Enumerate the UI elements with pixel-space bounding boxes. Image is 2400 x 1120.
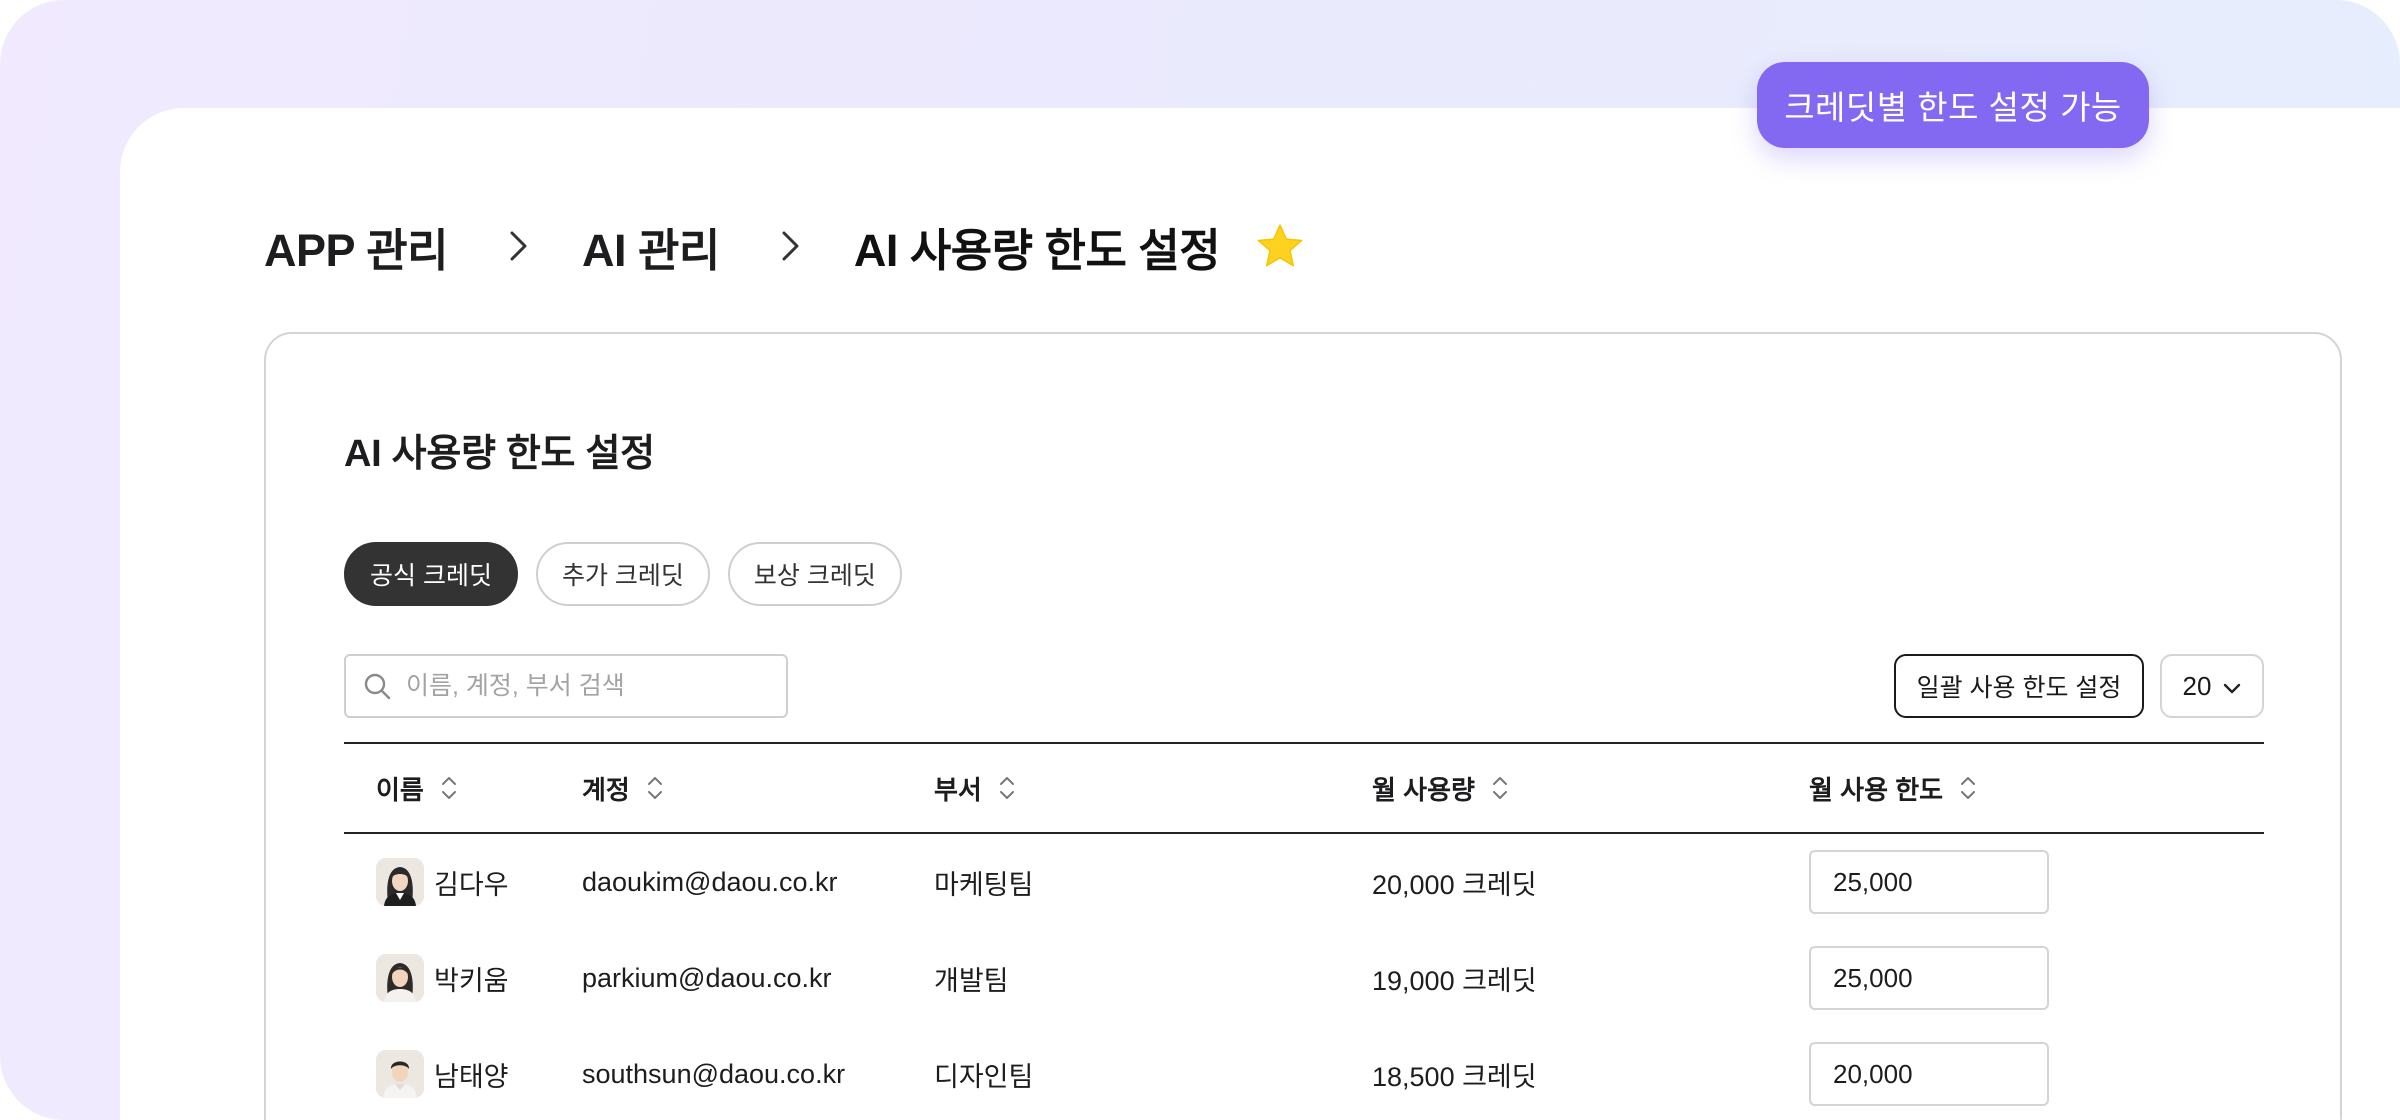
- breadcrumb-ai-management[interactable]: AI 관리: [582, 214, 720, 279]
- column-header-account[interactable]: 계정: [582, 770, 934, 807]
- page-size-value: 20: [2182, 670, 2212, 701]
- table-row: 김다우 daoukim@daou.co.kr 마케팅팀 20,000 크레딧: [344, 834, 2264, 930]
- page-title: AI 사용량 한도 설정: [853, 224, 1221, 276]
- column-header-label: 월 사용 한도: [1809, 774, 1944, 805]
- cell-account: southsun@daou.co.kr: [582, 1058, 846, 1089]
- chevron-right-icon: [484, 226, 554, 266]
- user-limit-table: 이름 계정 부서 월 사용량 월 사용 한도 김다우 daoukim@daou.…: [344, 742, 2264, 1120]
- avatar: [376, 858, 424, 906]
- cell-monthly-limit: [1809, 850, 2264, 914]
- monthly-limit-input[interactable]: [1809, 1042, 2049, 1106]
- cell-department: 마케팅팀: [934, 869, 1034, 900]
- sort-icon[interactable]: [998, 773, 1018, 803]
- column-header-label: 계정: [582, 774, 630, 805]
- cell-name: 박키움: [344, 954, 582, 1002]
- chevron-right-icon: [756, 226, 826, 266]
- table-row: 박키움 parkium@daou.co.kr 개발팀 19,000 크레딧: [344, 930, 2264, 1026]
- column-header-department[interactable]: 부서: [934, 770, 1372, 807]
- monthly-limit-input[interactable]: [1809, 850, 2049, 914]
- cell-account: daoukim@daou.co.kr: [582, 866, 838, 897]
- monthly-limit-input[interactable]: [1809, 946, 2049, 1010]
- bulk-limit-button[interactable]: 일괄 사용 한도 설정: [1894, 654, 2144, 718]
- promo-badge: 크레딧별 한도 설정 가능: [1757, 62, 2149, 148]
- tab-reward-credit[interactable]: 보상 크레딧: [727, 542, 902, 606]
- column-header-label: 이름: [376, 774, 424, 805]
- cell-department: 개발팀: [934, 965, 1009, 996]
- promo-badge-label: 크레딧별 한도 설정 가능: [1784, 89, 2122, 126]
- cell-monthly-limit: [1809, 1042, 2264, 1106]
- user-name: 남태양: [434, 1061, 509, 1092]
- column-header-monthly-limit[interactable]: 월 사용 한도: [1809, 770, 2264, 807]
- search-box[interactable]: [344, 654, 788, 718]
- cell-monthly-usage: 18,500 크레딧: [1372, 1061, 1537, 1092]
- card-title: AI 사용량 한도 설정: [344, 433, 655, 475]
- column-header-label: 부서: [934, 774, 982, 805]
- cell-department: 디자인팀: [934, 1061, 1034, 1092]
- cell-name: 남태양: [344, 1050, 582, 1098]
- cell-monthly-usage: 20,000 크레딧: [1372, 869, 1537, 900]
- column-header-name[interactable]: 이름: [344, 770, 582, 807]
- breadcrumb: APP 관리 AI 관리 AI 사용량 한도 설정: [264, 210, 1306, 282]
- sort-icon[interactable]: [1959, 773, 1979, 803]
- star-icon[interactable]: [1256, 221, 1306, 271]
- avatar: [376, 954, 424, 1002]
- sort-icon[interactable]: [646, 773, 666, 803]
- search-input[interactable]: [404, 670, 768, 702]
- avatar: [376, 1050, 424, 1098]
- sort-icon[interactable]: [440, 773, 460, 803]
- user-name: 김다우: [434, 869, 509, 900]
- cell-account: parkium@daou.co.kr: [582, 962, 832, 993]
- column-header-label: 월 사용량: [1372, 774, 1475, 805]
- sort-icon[interactable]: [1491, 773, 1511, 803]
- table-row: 남태양 southsun@daou.co.kr 디자인팀 18,500 크레딧: [344, 1026, 2264, 1120]
- breadcrumb-app-management[interactable]: APP 관리: [264, 214, 449, 279]
- limit-settings-card: AI 사용량 한도 설정 공식 크레딧 추가 크레딧 보상 크레딧 일괄 사용 …: [264, 332, 2342, 1120]
- cell-monthly-usage: 19,000 크레딧: [1372, 965, 1537, 996]
- search-icon: [362, 669, 396, 703]
- table-header: 이름 계정 부서 월 사용량 월 사용 한도: [344, 742, 2264, 834]
- chevron-down-icon: [2223, 671, 2241, 702]
- page-size-select[interactable]: 20: [2160, 654, 2264, 718]
- cell-monthly-limit: [1809, 946, 2264, 1010]
- tab-official-credit[interactable]: 공식 크레딧: [344, 542, 518, 606]
- user-name: 박키움: [434, 965, 509, 996]
- credit-tabs: 공식 크레딧 추가 크레딧 보상 크레딧: [344, 542, 902, 606]
- column-header-monthly-usage[interactable]: 월 사용량: [1372, 770, 1809, 807]
- app-window: 크레딧별 한도 설정 가능 APP 관리 AI 관리 AI 사용량 한도 설정 …: [0, 0, 2400, 1120]
- tab-additional-credit[interactable]: 추가 크레딧: [535, 542, 710, 606]
- cell-name: 김다우: [344, 858, 582, 906]
